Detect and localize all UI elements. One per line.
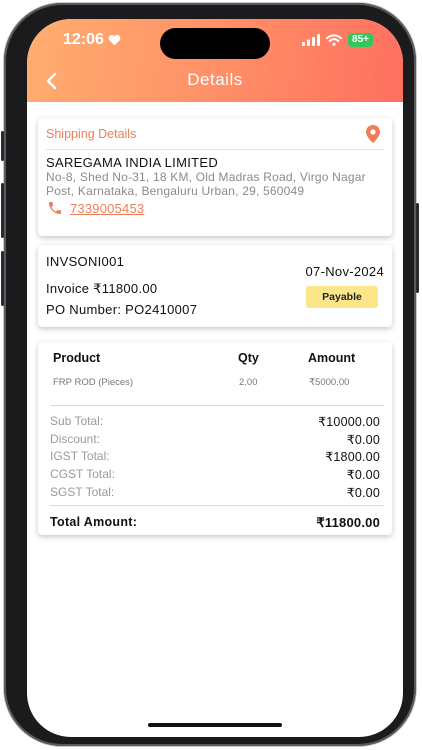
discount-label: Discount:	[50, 432, 101, 446]
status-time: 12:06	[63, 31, 121, 49]
signal-icon	[302, 34, 321, 46]
phone-link[interactable]: 7339005453	[47, 200, 144, 216]
battery-indicator: 85+	[348, 33, 373, 47]
status-icons: 85+	[302, 33, 373, 47]
volume-up-button	[1, 183, 4, 238]
volume-down-button	[1, 251, 4, 306]
divider	[50, 405, 384, 406]
cgst-label: CGST Total:	[50, 467, 115, 481]
igst-label: IGST Total:	[50, 449, 110, 463]
sub-total-label: Sub Total:	[50, 414, 104, 428]
wifi-icon	[326, 34, 343, 46]
divider	[46, 149, 384, 150]
total-amount-label: Total Amount:	[50, 515, 138, 529]
app-header: 12:06 85+ Details	[27, 19, 403, 102]
invoice-date: 07-Nov-2024	[305, 264, 384, 279]
location-pin-icon[interactable]	[366, 125, 380, 143]
page-title: Details	[187, 70, 243, 89]
invoice-number: INVSONI001	[46, 254, 125, 269]
discount-value: ₹0.00	[346, 433, 380, 447]
products-card: Product Qty Amount FRP ROD (Pieces) 2.00…	[38, 342, 392, 535]
home-indicator[interactable]	[148, 723, 282, 727]
sub-total-value: ₹10000.00	[318, 415, 380, 429]
divider	[50, 505, 384, 506]
sgst-value: ₹0.00	[346, 486, 380, 500]
column-header-product: Product	[53, 351, 101, 365]
power-button	[416, 203, 419, 293]
phone-icon	[49, 202, 61, 214]
shipping-card: Shipping Details SAREGAMA INDIA LIMITED …	[38, 118, 392, 236]
column-header-amount: Amount	[308, 351, 356, 365]
status-badge: Payable	[306, 286, 378, 308]
invoice-card: INVSONI001 07-Nov-2024 Invoice ₹11800.00…	[38, 245, 392, 327]
product-name: FRP ROD (Pieces)	[53, 377, 134, 388]
dynamic-island	[160, 28, 270, 59]
product-qty: 2.00	[239, 377, 258, 388]
shipping-address: No-8, Shed No-31, 18 KM, Old Madras Road…	[46, 170, 366, 198]
app-screen: 12:06 85+ Details Shipping Details SAREG…	[27, 19, 403, 737]
igst-value: ₹1800.00	[325, 450, 380, 464]
shipping-label: Shipping Details	[46, 127, 137, 141]
phone-frame: 12:06 85+ Details Shipping Details SAREG…	[1, 3, 419, 746]
mute-switch	[1, 131, 4, 161]
heart-icon	[108, 34, 121, 46]
company-name: SAREGAMA INDIA LIMITED	[46, 155, 219, 170]
sgst-label: SGST Total:	[50, 485, 115, 499]
po-number: PO Number: PO2410007	[46, 302, 198, 317]
invoice-amount: Invoice ₹11800.00	[46, 281, 158, 296]
column-header-qty: Qty	[238, 351, 259, 365]
clock-text: 12:06	[63, 31, 104, 48]
phone-number[interactable]: 7339005453	[70, 201, 144, 216]
product-amount: ₹5000.00	[309, 377, 350, 388]
total-amount-value: ₹11800.00	[316, 515, 380, 530]
cgst-value: ₹0.00	[346, 468, 380, 482]
